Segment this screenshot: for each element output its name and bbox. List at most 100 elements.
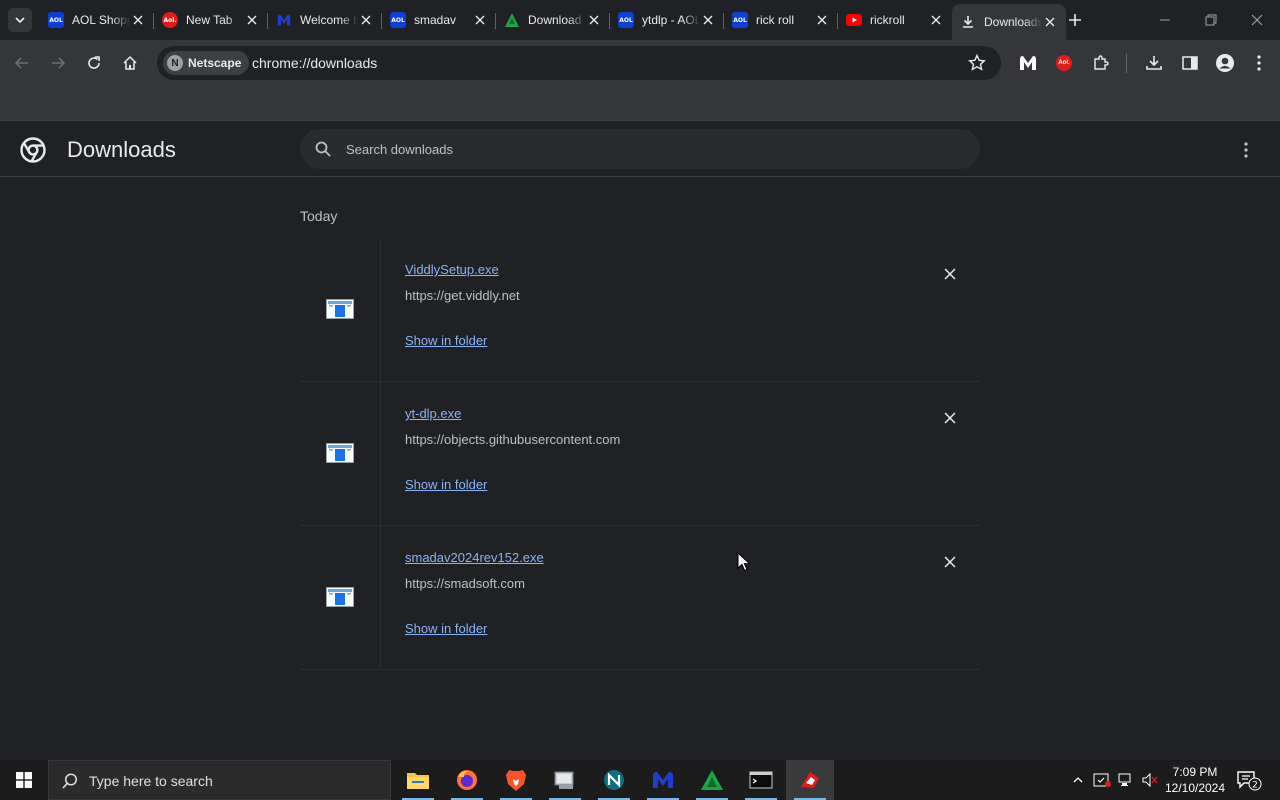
tab-search-button[interactable]: [8, 8, 32, 32]
url-text[interactable]: chrome://downloads: [252, 55, 377, 71]
malwarebytes-extension-button[interactable]: [1017, 52, 1039, 74]
minimize-button[interactable]: [1142, 6, 1188, 34]
home-button[interactable]: [118, 51, 142, 75]
address-bar[interactable]: N Netscape chrome://downloads: [157, 46, 1001, 80]
taskbar-netscape-navigator[interactable]: [590, 760, 638, 800]
folder-icon: [407, 773, 429, 789]
tab-title: Welcome to Malwarebytes: [300, 13, 358, 27]
remove-download-button[interactable]: [940, 408, 960, 428]
tab-2[interactable]: Aol. New Tab: [154, 6, 268, 34]
chrome-menu-button[interactable]: [1248, 52, 1270, 74]
taskbar-downloader-app[interactable]: [688, 760, 736, 800]
profile-button[interactable]: [1214, 52, 1236, 74]
remove-download-button[interactable]: [940, 264, 960, 284]
search-downloads-box[interactable]: [300, 129, 980, 169]
toolbar: N Netscape chrome://downloads Aol.: [0, 40, 1280, 86]
arrow-left-icon: [14, 57, 28, 69]
volume-muted-icon: [1142, 772, 1158, 788]
taskbar-netscape-app[interactable]: [541, 760, 589, 800]
taskbar-brave[interactable]: [492, 760, 540, 800]
tab-8[interactable]: rickroll: [838, 6, 952, 34]
remove-download-button[interactable]: [940, 552, 960, 572]
close-icon: [361, 15, 371, 25]
reload-icon: [88, 56, 100, 69]
close-tab-button[interactable]: [130, 12, 146, 28]
close-icon: [944, 412, 956, 424]
download-filename-link[interactable]: smadav2024rev152.exe: [405, 550, 544, 565]
tray-security-icon-button[interactable]: [1092, 770, 1112, 790]
downloads-menu-button[interactable]: [1236, 139, 1256, 161]
download-icon: [1146, 56, 1162, 70]
notification-center-button[interactable]: 2: [1236, 769, 1262, 791]
back-button[interactable]: [10, 51, 34, 75]
close-icon: [133, 15, 143, 25]
close-icon: [589, 15, 599, 25]
tray-volume-button[interactable]: [1140, 770, 1160, 790]
aol-extension-button[interactable]: Aol.: [1053, 52, 1075, 74]
aol-icon: AOL: [732, 12, 748, 28]
close-tab-button[interactable]: [358, 12, 374, 28]
kebab-menu-icon: [1244, 142, 1248, 158]
close-tab-button[interactable]: [472, 12, 488, 28]
close-icon: [247, 15, 257, 25]
close-tab-button[interactable]: [244, 12, 260, 28]
computer-icon: [554, 771, 574, 789]
download-filename-link[interactable]: yt-dlp.exe: [405, 406, 461, 421]
close-tab-button[interactable]: [814, 12, 830, 28]
download-source-url: https://objects.githubusercontent.com: [405, 432, 621, 447]
downloads-header: Downloads: [0, 120, 1280, 177]
tab-6[interactable]: AOL ytdlp - AOL: [610, 6, 724, 34]
search-icon: [315, 141, 331, 157]
tab-9[interactable]: Downloads: [952, 4, 1066, 40]
brave-lion-icon: [506, 770, 526, 791]
close-tab-button[interactable]: [1042, 14, 1058, 30]
chevron-up-icon: [1073, 777, 1083, 783]
network-icon: [1118, 773, 1131, 786]
home-icon: [123, 55, 137, 70]
malwarebytes-icon: [1020, 56, 1036, 70]
tab-1[interactable]: AOL AOL Shopping: [40, 6, 154, 34]
new-tab-button[interactable]: [1066, 11, 1084, 29]
close-icon: [1045, 17, 1055, 27]
show-hidden-icons-button[interactable]: [1068, 770, 1088, 790]
close-tab-button[interactable]: [700, 12, 716, 28]
taskbar-browser-active[interactable]: [786, 760, 834, 800]
extensions-button[interactable]: [1090, 52, 1112, 74]
close-icon: [1251, 14, 1263, 26]
taskbar-file-explorer[interactable]: [394, 760, 442, 800]
restore-button[interactable]: [1188, 6, 1234, 34]
search-downloads-input[interactable]: [346, 129, 946, 169]
aol-icon: AOL: [48, 12, 64, 28]
taskbar-firefox[interactable]: [443, 760, 491, 800]
forward-button[interactable]: [46, 51, 70, 75]
tab-5[interactable]: Download: [496, 6, 610, 34]
download-filename-link[interactable]: ViddlySetup.exe: [405, 262, 499, 277]
side-panel-button[interactable]: [1179, 52, 1201, 74]
tab-4[interactable]: AOL smadav: [382, 6, 496, 34]
tray-network-button[interactable]: [1116, 770, 1136, 790]
show-in-folder-link[interactable]: Show in folder: [405, 333, 487, 348]
show-in-folder-link[interactable]: Show in folder: [405, 621, 487, 636]
downloads-button[interactable]: [1143, 52, 1165, 74]
close-icon: [931, 15, 941, 25]
taskbar-malwarebytes[interactable]: [639, 760, 687, 800]
close-icon: [817, 15, 827, 25]
tab-3[interactable]: Welcome to Malwarebytes: [268, 6, 382, 34]
malwarebytes-icon: [653, 772, 673, 788]
search-icon: [62, 773, 78, 789]
bookmark-star-icon[interactable]: [968, 54, 986, 72]
green-triangle-icon: [504, 12, 520, 28]
tab-7[interactable]: AOL rick roll: [724, 6, 838, 34]
show-in-folder-link[interactable]: Show in folder: [405, 477, 487, 492]
start-button[interactable]: [0, 760, 48, 800]
close-tab-button[interactable]: [586, 12, 602, 28]
taskbar-search-box[interactable]: Type here to search: [48, 760, 391, 800]
close-tab-button[interactable]: [928, 12, 944, 28]
taskbar-clock[interactable]: 7:09 PM 12/10/2024: [1160, 764, 1230, 796]
taskbar-terminal[interactable]: [737, 760, 785, 800]
close-window-button[interactable]: [1234, 6, 1280, 34]
site-chip[interactable]: N Netscape: [163, 51, 250, 75]
tab-title: Downloads: [984, 15, 1042, 29]
notification-count: 2: [1252, 781, 1258, 791]
reload-button[interactable]: [82, 51, 106, 75]
